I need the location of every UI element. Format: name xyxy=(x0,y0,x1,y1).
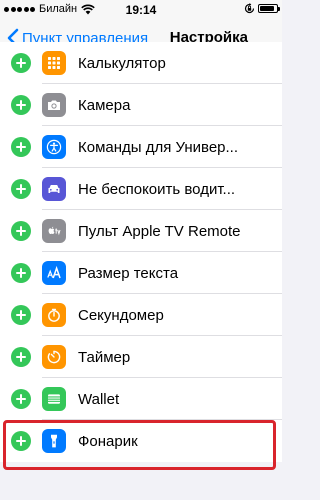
list-item-camera[interactable]: Камера xyxy=(0,84,282,126)
item-label: Команды для Универ... xyxy=(78,138,239,156)
add-button[interactable] xyxy=(11,179,31,199)
list-item-do-not-disturb-driving[interactable]: Не беспокоить водит... xyxy=(0,168,282,210)
add-button[interactable] xyxy=(11,389,31,409)
item-label: Пульт Apple TV Remote xyxy=(78,222,241,240)
list-item-wallet[interactable]: Wallet xyxy=(0,378,282,420)
status-time: 19:14 xyxy=(125,3,157,17)
flashlight-icon xyxy=(42,429,66,453)
list-item-stopwatch[interactable]: Секундомер xyxy=(0,294,282,336)
list-item-timer[interactable]: Таймер xyxy=(0,336,282,378)
car-icon xyxy=(42,177,66,201)
item-label: Таймер xyxy=(78,348,131,366)
item-label: Секундомер xyxy=(78,306,164,324)
add-button[interactable] xyxy=(11,137,31,157)
battery-icon xyxy=(258,4,280,13)
add-button[interactable] xyxy=(11,263,31,283)
item-label: Фонарик xyxy=(78,432,138,450)
list-item-apple-tv-remote[interactable]: Пульт Apple TV Remote xyxy=(0,210,282,252)
more-controls-list: Калькулятор Камера Команды для Универ... xyxy=(0,42,282,462)
add-button[interactable] xyxy=(11,305,31,325)
add-button[interactable] xyxy=(11,53,31,73)
calculator-icon xyxy=(42,51,66,75)
add-button[interactable] xyxy=(11,95,31,115)
apple-tv-icon xyxy=(42,219,66,243)
list-item-calculator[interactable]: Калькулятор xyxy=(0,42,282,84)
item-label: Wallet xyxy=(78,390,120,408)
accessibility-icon xyxy=(42,135,66,159)
orientation-lock-icon xyxy=(244,3,255,14)
add-button[interactable] xyxy=(11,221,31,241)
list-item-text-size[interactable]: Размер текста xyxy=(0,252,282,294)
add-button[interactable] xyxy=(11,431,31,451)
status-bar: Билайн 19:14 xyxy=(0,0,282,20)
text-size-icon xyxy=(42,261,66,285)
item-label: Камера xyxy=(78,96,131,114)
bottom-background xyxy=(0,470,282,500)
timer-icon xyxy=(42,345,66,369)
add-button[interactable] xyxy=(11,347,31,367)
list-item-flashlight[interactable]: Фонарик xyxy=(0,420,282,462)
item-label: Размер текста xyxy=(78,264,179,282)
camera-icon xyxy=(42,93,66,117)
status-right xyxy=(244,3,280,14)
list-item-accessibility-shortcuts[interactable]: Команды для Универ... xyxy=(0,126,282,168)
wallet-icon xyxy=(42,387,66,411)
item-label: Не беспокоить водит... xyxy=(78,180,236,198)
item-label: Калькулятор xyxy=(78,54,166,72)
stopwatch-icon xyxy=(42,303,66,327)
battery-level xyxy=(260,6,275,11)
